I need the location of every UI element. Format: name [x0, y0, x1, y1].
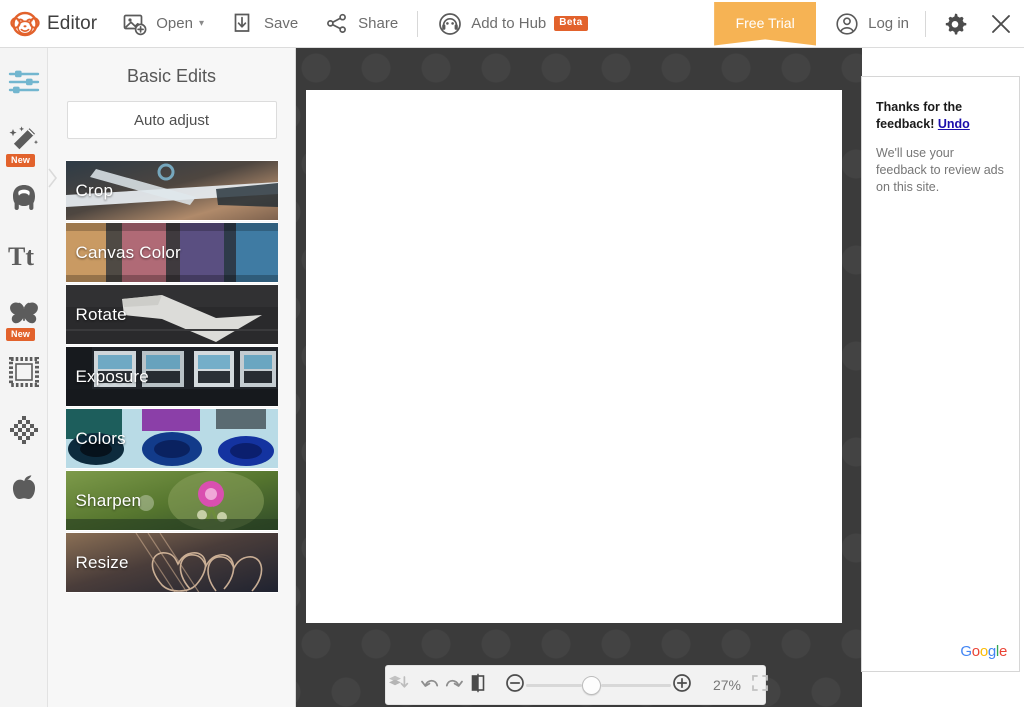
sidebar-item-frames[interactable] — [0, 348, 48, 396]
page-title: Basic Edits — [126, 66, 217, 86]
butterfly-icon — [7, 297, 41, 331]
google-logo-letter-1: G — [960, 643, 972, 660]
tool-rail-sidebar: New Tt New — [0, 48, 48, 707]
sidebar-item-touch-up[interactable] — [0, 174, 48, 222]
compare-split-icon — [466, 671, 490, 700]
sidebar-item-overlays[interactable]: New — [0, 290, 48, 341]
share-label: Share — [358, 15, 399, 32]
redo-button[interactable] — [442, 665, 466, 705]
list-item-sharpen[interactable]: Sharpen — [65, 470, 278, 531]
basic-edits-thumb-list: Crop Canvas Color Rotate Exposure Colors… — [48, 160, 295, 593]
list-item-label: Rotate — [75, 304, 127, 324]
zoom-slider-group[interactable] — [504, 672, 693, 699]
sliders-icon — [7, 65, 41, 99]
sidebar-item-basic-edits[interactable] — [0, 58, 48, 106]
open-label: Open — [156, 15, 193, 32]
beta-badge: Beta — [554, 16, 588, 31]
auto-adjust-button[interactable]: Auto adjust — [66, 101, 277, 139]
sidebar-item-themes[interactable] — [0, 464, 48, 512]
svg-text:Tt: Tt — [8, 242, 34, 271]
top-toolbar: Editor Open ▾ Save Share Add to Hub Beta… — [0, 0, 1024, 48]
chevron-down-icon: ▾ — [198, 17, 204, 29]
chevron-right-icon[interactable] — [48, 166, 59, 190]
text-tt-icon: Tt — [7, 239, 41, 273]
list-item-label: Exposure — [75, 366, 149, 386]
undo-button[interactable] — [418, 665, 442, 705]
layers-flatten-icon — [386, 671, 410, 700]
save-download-icon — [230, 11, 256, 37]
zoom-slider-handle[interactable] — [582, 675, 601, 695]
zoom-in-plus-icon[interactable] — [671, 672, 693, 699]
new-badge-effects: New — [6, 154, 36, 167]
list-item-label: Colors — [75, 428, 126, 448]
save-button[interactable]: Save — [217, 0, 311, 48]
list-item-label: Resize — [75, 552, 129, 572]
google-logo-letter-2: o — [971, 643, 980, 660]
fit-to-screen-icon — [749, 672, 771, 699]
texture-lattice-icon — [7, 413, 41, 447]
user-account-icon — [834, 11, 860, 37]
layers-flatten-button[interactable] — [386, 665, 410, 705]
google-ad-panel: Thanks for the feedback! Undo We'll use … — [861, 76, 1020, 672]
list-item-exposure[interactable]: Exposure — [65, 346, 278, 407]
brand-name-label: Editor — [47, 12, 98, 34]
picmonkey-monkey-logo-icon — [10, 10, 40, 38]
close-x-icon[interactable] — [986, 9, 1016, 39]
sidebar-item-effects[interactable]: New — [0, 116, 48, 167]
sidebar-item-textures[interactable] — [0, 406, 48, 454]
frame-stamp-icon — [7, 355, 41, 389]
zoom-slider-track-left[interactable] — [526, 683, 582, 687]
save-label: Save — [263, 15, 299, 32]
share-button[interactable]: Share — [311, 0, 411, 48]
image-artboard[interactable] — [306, 90, 842, 623]
apple-icon — [7, 471, 41, 505]
google-logo: Google — [960, 643, 1007, 661]
list-item-rotate[interactable]: Rotate — [65, 284, 278, 345]
top-toolbar-left-group: Editor Open ▾ Save Share Add to Hub Beta — [0, 0, 601, 48]
magic-wand-icon — [7, 123, 41, 157]
free-trial-button[interactable]: Free Trial — [714, 1, 817, 46]
google-logo-letter-3: o — [979, 643, 988, 660]
login-label: Log in — [868, 15, 909, 32]
gear-icon[interactable] — [940, 9, 970, 39]
undo-arrow-icon — [418, 671, 442, 700]
redo-arrow-icon — [442, 671, 466, 700]
brand-logo-group[interactable]: Editor — [0, 0, 109, 48]
bottom-toolbar: 27% — [385, 665, 768, 705]
toolbar-divider — [417, 10, 419, 37]
list-item-label: Canvas Color — [75, 242, 181, 262]
list-item-resize[interactable]: Resize — [65, 532, 278, 593]
share-nodes-icon — [324, 11, 350, 37]
google-logo-letter-4: g — [987, 643, 996, 660]
face-touchup-icon — [7, 181, 41, 215]
hub-headphones-icon — [437, 11, 463, 37]
list-item-label: Sharpen — [75, 490, 142, 510]
picmonkey-editor-app: Editor Open ▾ Save Share Add to Hub Beta… — [0, 0, 1024, 707]
compare-button[interactable] — [466, 665, 490, 705]
sidebar-item-text[interactable]: Tt — [0, 232, 48, 280]
open-menu-button[interactable]: Open ▾ — [109, 0, 217, 48]
fit-to-screen-button[interactable] — [749, 665, 771, 705]
login-button[interactable]: Log in — [828, 0, 919, 48]
list-item-crop[interactable]: Crop — [65, 160, 278, 221]
add-to-hub-button[interactable]: Add to Hub Beta — [424, 0, 600, 48]
add-to-hub-label: Add to Hub — [471, 15, 547, 32]
canvas-stage[interactable] — [296, 48, 862, 707]
zoom-level-value: 27% — [712, 677, 741, 693]
zoom-slider-track-right[interactable] — [601, 683, 671, 687]
list-item-label: Crop — [75, 180, 114, 200]
ad-feedback-body: We'll use your feedback to review ads on… — [876, 145, 1004, 195]
new-badge-overlays: New — [6, 328, 36, 341]
toolbar-divider-right — [925, 10, 926, 37]
zoom-out-minus-icon[interactable] — [504, 672, 526, 699]
top-toolbar-right-group: Free Trial Log in — [714, 0, 1024, 48]
basic-edits-panel: Basic Edits Auto adjust Crop Canvas Colo… — [48, 48, 296, 707]
list-item-canvas-color[interactable]: Canvas Color — [65, 222, 278, 283]
free-trial-label: Free Trial — [735, 14, 795, 31]
open-image-icon — [122, 11, 148, 37]
ad-undo-link[interactable]: Undo — [938, 117, 970, 131]
list-item-colors[interactable]: Colors — [65, 408, 278, 469]
google-logo-letter-6: e — [998, 643, 1007, 660]
ad-feedback-headline: Thanks for the feedback! Undo — [862, 77, 1019, 133]
